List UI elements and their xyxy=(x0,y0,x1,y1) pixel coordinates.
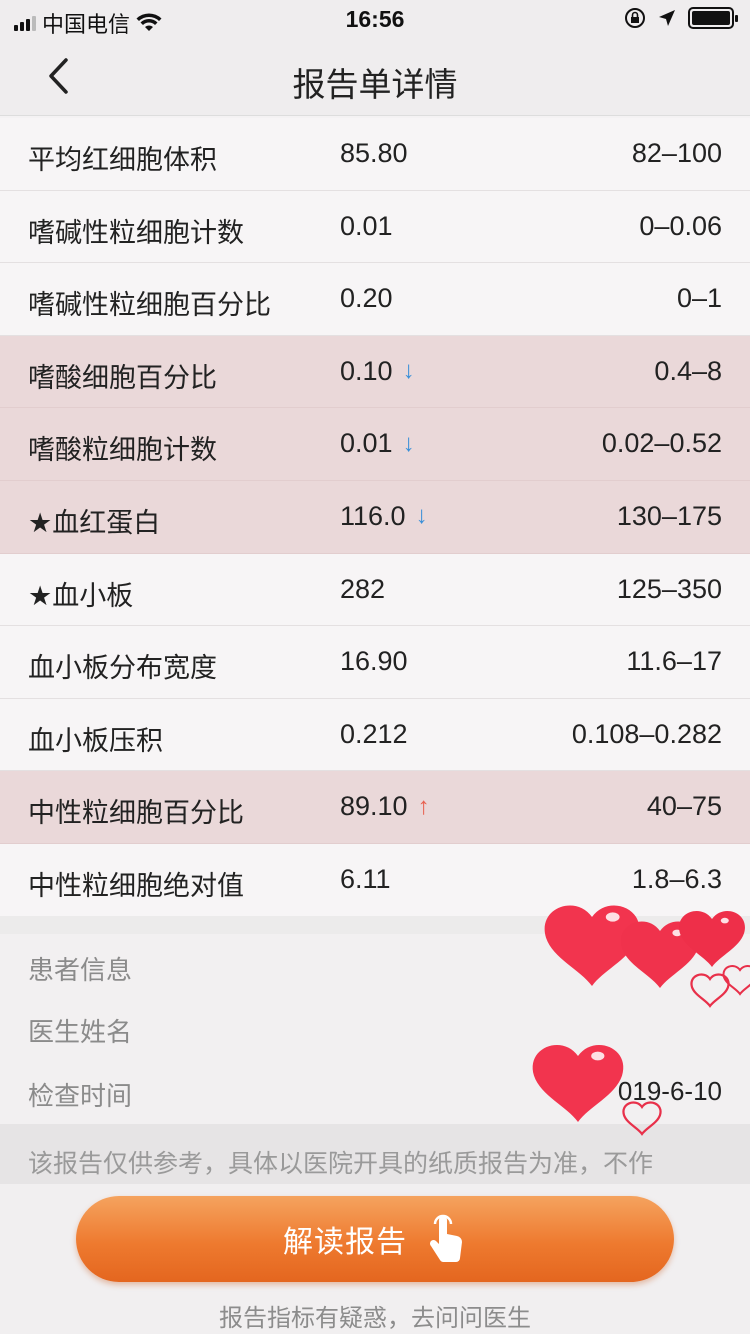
rotation-lock-icon xyxy=(625,8,645,28)
status-right xyxy=(624,7,738,29)
result-range: 0–0.06 xyxy=(639,210,722,241)
result-name: 血小板分布宽度 xyxy=(28,653,217,684)
result-value-group: 0.01 ↓ xyxy=(340,428,415,459)
result-value: 282 xyxy=(340,573,386,604)
result-value: 16.90 xyxy=(340,646,408,677)
page-title: 报告单详情 xyxy=(292,66,458,103)
result-value-group: 85.80 xyxy=(340,138,408,169)
result-range: 11.6–17 xyxy=(626,646,722,677)
read-report-label: 解读报告 xyxy=(283,1226,407,1259)
result-range: 125–350 xyxy=(616,573,722,604)
battery-icon xyxy=(688,7,738,29)
result-value: 0.01 xyxy=(340,210,393,241)
result-row: 嗜碱性粒细胞百分比 0.20 0–1 xyxy=(0,263,750,336)
bottom-action-area: 解读报告 报告指标有疑惑，去问问医生 xyxy=(0,1184,750,1334)
location-arrow-icon xyxy=(659,10,675,26)
result-row: 血小板分布宽度 16.90 11.6–17 xyxy=(0,626,750,699)
result-range: 1.8–6.3 xyxy=(631,863,722,894)
result-row: ★血红蛋白 116.0 ↓ 130–175 xyxy=(0,480,750,554)
patient-info-label: 患者信息 xyxy=(28,955,133,985)
result-value: 6.11 xyxy=(340,863,391,894)
disclaimer-text: 该报告仅供参考，具体以医院开具的纸质报告为准，不作 xyxy=(0,1124,750,1184)
result-name: 中性粒细胞绝对值 xyxy=(28,870,244,901)
result-range: 130–175 xyxy=(616,500,722,531)
arrow-down-icon: ↓ xyxy=(402,429,415,457)
result-value-group: 116.0 ↓ xyxy=(340,501,428,532)
exam-time-value: 019-6-10 xyxy=(617,1076,722,1106)
result-range: 40–75 xyxy=(646,791,722,822)
result-value-group: 0.01 xyxy=(340,211,393,242)
result-value: 0.01 xyxy=(340,428,393,459)
result-value: 89.10 xyxy=(340,791,408,822)
result-name: 血小板压积 xyxy=(28,725,163,756)
nav-bar: 报告单详情 xyxy=(0,40,750,116)
result-list: 平均红细胞体积 85.80 82–100 嗜碱性粒细胞计数 0.01 0–0.06 嗜碱性粒… xyxy=(0,118,750,917)
result-range: 0.02–0.52 xyxy=(601,428,722,459)
result-name: 嗜酸粒细胞计数 xyxy=(28,435,217,466)
result-value: 0.10 xyxy=(340,355,393,386)
result-row: 嗜酸粒细胞计数 0.01 ↓ 0.02–0.52 xyxy=(0,408,750,481)
result-value-group: 0.20 xyxy=(340,283,393,314)
arrow-down-icon: ↓ xyxy=(402,357,415,385)
ask-doctor-link[interactable]: 报告指标有疑惑，去问问医生 xyxy=(0,1298,750,1333)
result-value-group: 282 xyxy=(340,574,385,605)
result-range: 0.108–0.282 xyxy=(571,718,722,749)
section-divider xyxy=(0,916,750,934)
result-value: 0.212 xyxy=(340,718,408,749)
result-name: 中性粒细胞百分比 xyxy=(28,798,244,829)
result-value-group: 6.11 xyxy=(340,864,391,895)
result-value: 85.80 xyxy=(340,138,408,168)
result-value: 116.0 xyxy=(340,500,406,531)
result-name: 嗜碱性粒细胞计数 xyxy=(28,217,244,248)
arrow-down-icon: ↓ xyxy=(415,502,428,530)
read-report-button[interactable]: 解读报告 xyxy=(76,1196,674,1282)
result-name: ★血小板 xyxy=(28,580,134,611)
hand-pointer-icon xyxy=(429,1214,463,1262)
result-value: 0.20 xyxy=(340,283,393,314)
result-range: 82–100 xyxy=(631,138,722,168)
result-value-group: 0.212 xyxy=(340,719,408,750)
arrow-up-icon: ↑ xyxy=(417,792,430,820)
result-row: 嗜碱性粒细胞计数 0.01 0–0.06 xyxy=(0,190,750,264)
result-row: 中性粒细胞绝对值 6.11 1.8–6.3 xyxy=(0,843,750,917)
result-value-group: 0.10 ↓ xyxy=(340,356,415,387)
result-value-group: 16.90 xyxy=(340,646,408,677)
result-name: ★血红蛋白 xyxy=(28,507,161,538)
result-name: 嗜碱性粒细胞百分比 xyxy=(28,290,271,321)
result-name: 平均红细胞体积 xyxy=(28,145,217,175)
result-row: 血小板压积 0.212 0.108–0.282 xyxy=(0,698,750,772)
info-section: 患者信息 医生姓名 检查时间 019-6-10 xyxy=(0,934,750,1124)
result-value-group: 89.10 ↑ xyxy=(340,791,430,822)
result-range: 0.4–8 xyxy=(654,355,722,386)
result-row: 中性粒细胞百分比 89.10 ↑ 40–75 xyxy=(0,771,750,844)
result-name: 嗜酸细胞百分比 xyxy=(28,362,217,393)
result-row: ★血小板 282 125–350 xyxy=(0,553,750,627)
doctor-name-label: 医生姓名 xyxy=(28,1017,133,1047)
result-row: 嗜酸细胞百分比 0.10 ↓ 0.4–8 xyxy=(0,335,750,409)
status-bar: 中国电信 16:56 xyxy=(0,0,750,40)
result-row: 平均红细胞体积 85.80 82–100 xyxy=(0,118,750,191)
exam-time-label: 检查时间 xyxy=(28,1081,133,1111)
result-range: 0–1 xyxy=(676,283,722,314)
